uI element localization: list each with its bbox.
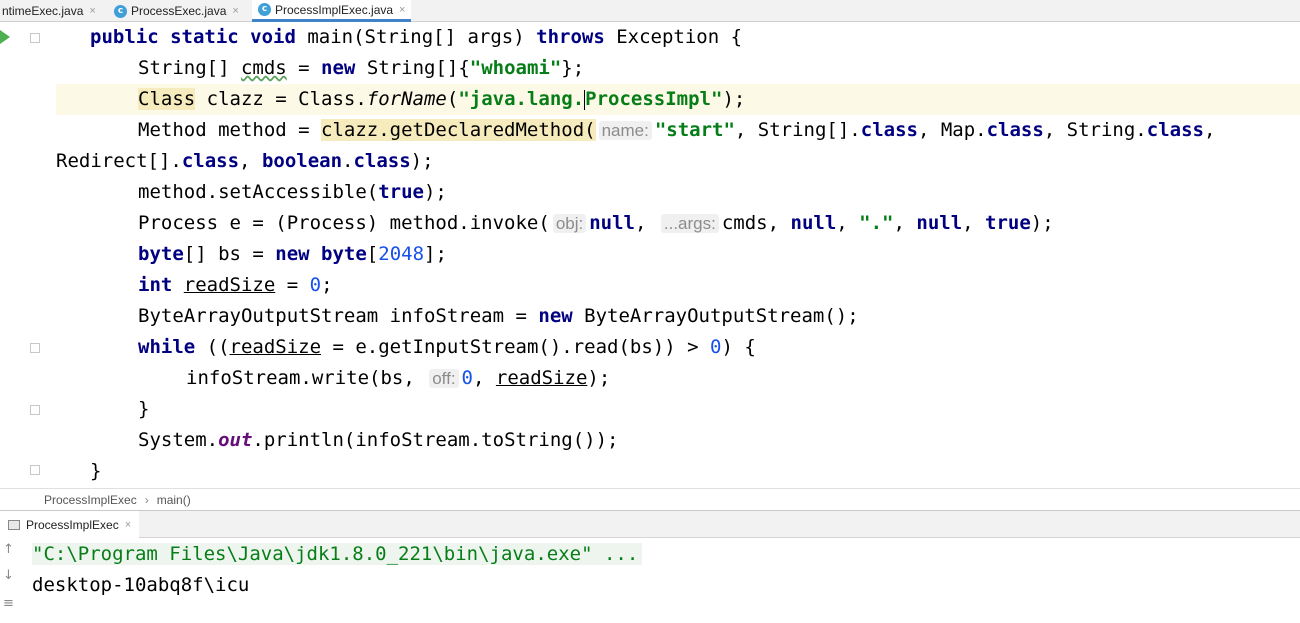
code-line: } [138, 398, 150, 420]
code-line: ByteArrayOutputStream infoStream = new B… [138, 305, 859, 327]
run-tab-label: ProcessImplExec [26, 517, 119, 532]
code-line: int readSize = 0; [138, 274, 333, 296]
tab-label: ProcessImplExec.java [275, 2, 394, 17]
code-editor[interactable]: public static void main(String[] args) t… [0, 22, 1300, 488]
run-console[interactable]: ↑ ↓ ≡ "C:\Program Files\Java\jdk1.8.0_22… [0, 538, 1300, 623]
code-line: byte[] bs = new byte[2048]; [138, 243, 447, 265]
application-icon [8, 519, 20, 530]
run-tab[interactable]: ProcessImplExec × [0, 511, 140, 538]
fold-icon[interactable] [30, 465, 40, 475]
breadcrumb-class[interactable]: ProcessImplExec [44, 493, 137, 507]
console-command-line: "C:\Program Files\Java\jdk1.8.0_221\bin\… [32, 539, 643, 570]
console-output-line: desktop-10abq8f\icu [32, 574, 250, 596]
code-line: Class clazz = Class.forName("java.lang.P… [138, 88, 746, 110]
code-line: public static void main(String[] args) t… [90, 26, 743, 48]
code-line: method.setAccessible(true); [138, 181, 447, 203]
java-class-icon: c [258, 3, 271, 16]
parameter-hint: name: [598, 121, 652, 140]
tab-label: ProcessExec.java [131, 4, 227, 18]
close-icon[interactable]: × [399, 4, 405, 16]
console-toolbar: ↑ ↓ ≡ [0, 538, 20, 623]
code-line: String[] cmds = new String[]{"whoami"}; [138, 57, 585, 79]
run-tool-window-header: ProcessImplExec × [0, 510, 1300, 538]
editor-tab-bar: ntimeExec.java × c ProcessExec.java × c … [0, 0, 1300, 22]
breadcrumb-separator: › [144, 492, 149, 507]
close-icon[interactable]: × [89, 5, 95, 17]
close-icon[interactable]: × [232, 5, 238, 17]
breadcrumb-method[interactable]: main() [157, 493, 191, 507]
code-line: while ((readSize = e.getInputStream().re… [138, 336, 756, 358]
parameter-hint: off: [429, 369, 459, 388]
java-class-icon: c [114, 4, 127, 18]
code-line: } [90, 460, 102, 482]
tab-label: ntimeExec.java [2, 4, 84, 18]
tab-runtime-exec[interactable]: ntimeExec.java × [0, 0, 102, 22]
code-line: infoStream.write(bs, off: 0, readSize); [186, 367, 611, 389]
parameter-hint: ...args: [660, 214, 719, 233]
arrow-down-icon[interactable]: ↓ [3, 568, 14, 583]
tab-process-impl-exec[interactable]: c ProcessImplExec.java × [252, 0, 412, 22]
code-text: public static void main(String[] args) t… [0, 22, 1300, 482]
tab-process-exec[interactable]: c ProcessExec.java × [108, 0, 245, 22]
code-line: System.out.println(infoStream.toString()… [138, 429, 619, 451]
arrow-up-icon[interactable]: ↑ [3, 542, 14, 557]
code-line: Redirect[].class, boolean.class); [56, 150, 434, 172]
code-line: Process e = (Process) method.invoke(obj:… [138, 212, 1054, 234]
wrap-icon[interactable]: ≡ [3, 596, 14, 611]
code-line: Method method = clazz.getDeclaredMethod(… [138, 119, 1216, 141]
fold-icon[interactable] [30, 405, 40, 415]
breadcrumb: ProcessImplExec › main() [0, 488, 1300, 510]
parameter-hint: obj: [552, 214, 587, 233]
close-icon[interactable]: × [125, 519, 131, 531]
